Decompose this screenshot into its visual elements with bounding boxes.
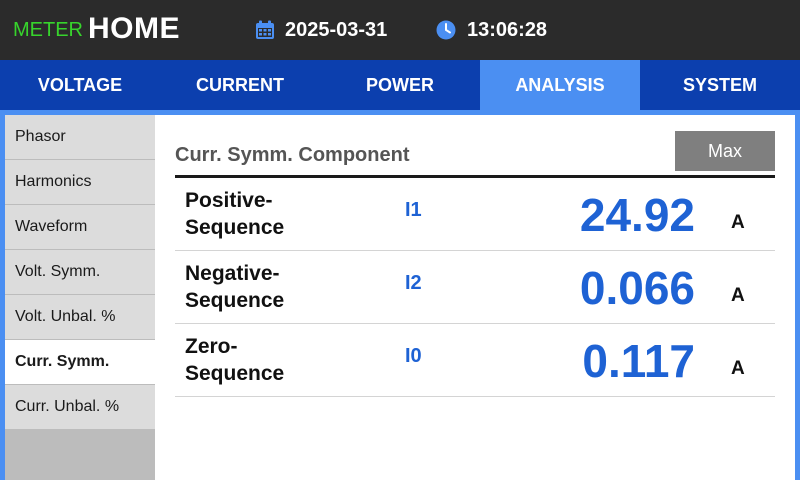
analysis-sidebar: Phasor Harmonics Waveform Volt. Symm. Vo… xyxy=(5,115,155,480)
sidebar-item-volt-unbal[interactable]: Volt. Unbal. % xyxy=(5,295,155,339)
row-symbol: I2 xyxy=(405,272,422,294)
row-name: Negative- Sequence xyxy=(185,260,284,314)
sidebar-item-curr-unbal[interactable]: Curr. Unbal. % xyxy=(5,385,155,429)
row-name-line2: Sequence xyxy=(185,216,285,239)
main-tab-bar: VOLTAGE CURRENT POWER ANALYSIS SYSTEM xyxy=(0,60,800,110)
tab-power[interactable]: POWER xyxy=(320,60,480,110)
negative-sequence-row: Negative- Sequence I2 0.066 A xyxy=(175,251,775,324)
row-name-line2: Sequence xyxy=(185,289,285,312)
sidebar-item-volt-symm[interactable]: Volt. Symm. xyxy=(5,250,155,294)
row-name: Positive- Sequence xyxy=(185,187,284,241)
tab-current[interactable]: CURRENT xyxy=(160,60,320,110)
date-display: 2025-03-31 xyxy=(285,19,388,41)
symmetrical-component-panel: Curr. Symm. Component Max Positive- Sequ… xyxy=(155,115,795,480)
header-bar: METER HOME 2025-03-31 13:06:28 xyxy=(0,0,800,60)
tab-voltage[interactable]: VOLTAGE xyxy=(0,60,160,110)
row-value: 0.066 xyxy=(579,262,695,314)
row-unit: A xyxy=(731,285,745,306)
sidebar-item-harmonics[interactable]: Harmonics xyxy=(5,160,155,204)
row-name: Zero- Sequence xyxy=(185,333,284,387)
row-name-line1: Positive- xyxy=(185,189,273,212)
max-button[interactable]: Max xyxy=(675,131,775,171)
zero-sequence-row: Zero- Sequence I0 0.117 A xyxy=(175,324,775,397)
row-symbol: I1 xyxy=(405,199,422,221)
row-name-line1: Zero- xyxy=(185,335,238,358)
row-symbol: I0 xyxy=(405,345,422,367)
row-value: 24.92 xyxy=(579,189,695,241)
tab-analysis[interactable]: ANALYSIS xyxy=(480,60,640,110)
row-name-line2: Sequence xyxy=(185,362,285,385)
sidebar-item-waveform[interactable]: Waveform xyxy=(5,205,155,249)
sidebar-item-curr-symm[interactable]: Curr. Symm. xyxy=(5,340,155,384)
sidebar-item-phasor[interactable]: Phasor xyxy=(5,115,155,159)
time-display: 13:06:28 xyxy=(467,19,548,41)
row-unit: A xyxy=(731,212,745,233)
row-value: 0.117 xyxy=(582,335,695,387)
tab-system[interactable]: SYSTEM xyxy=(640,60,800,110)
panel-title: Curr. Symm. Component xyxy=(175,144,410,166)
clock-icon xyxy=(436,20,456,40)
positive-sequence-row: Positive- Sequence I1 24.92 A xyxy=(175,178,775,251)
calendar-icon xyxy=(256,20,274,39)
meter-label: METER xyxy=(13,19,83,41)
home-title: HOME xyxy=(88,12,180,45)
row-name-line1: Negative- xyxy=(185,262,280,285)
row-unit: A xyxy=(731,358,745,379)
